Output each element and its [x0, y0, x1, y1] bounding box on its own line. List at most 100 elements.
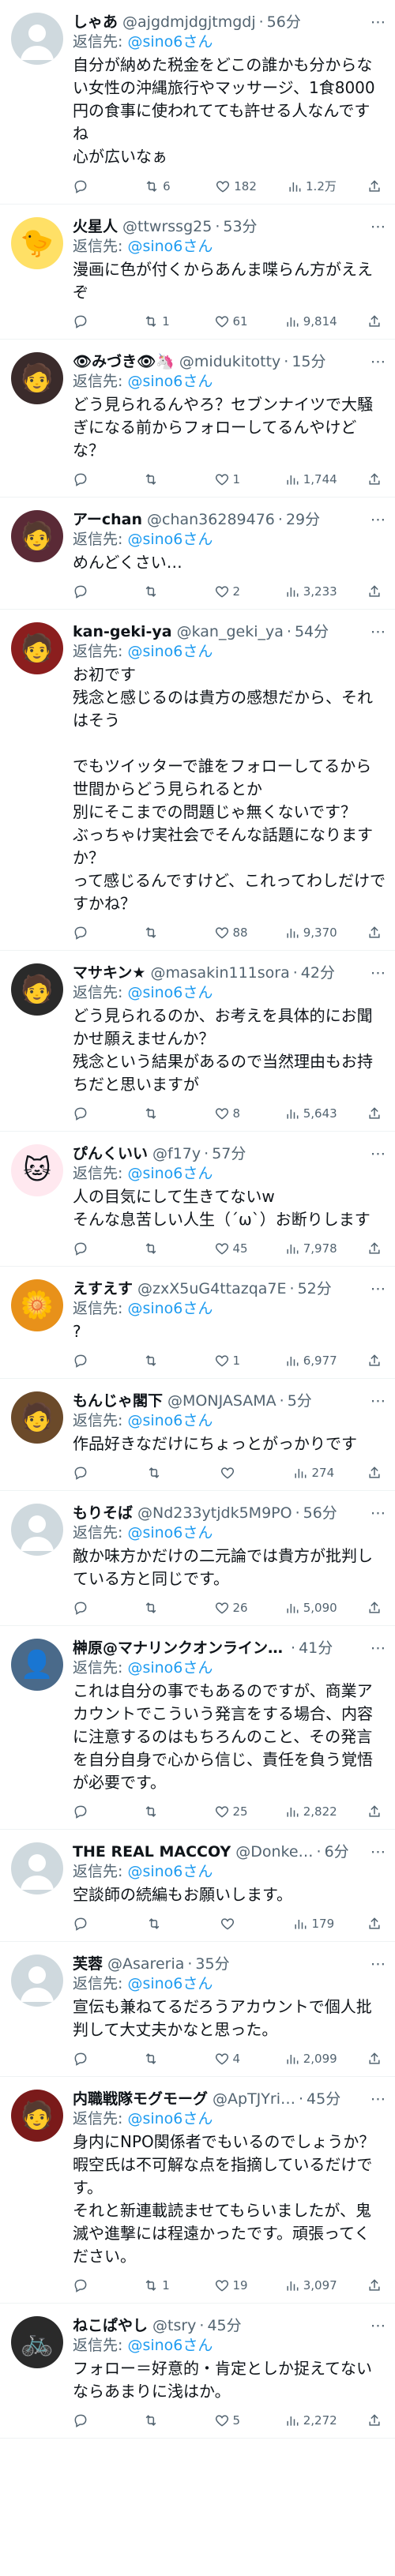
like-button[interactable]: 61: [214, 314, 255, 329]
display-name[interactable]: ぴんくいい: [73, 1144, 148, 1163]
timestamp[interactable]: 42分: [301, 963, 335, 982]
display-name[interactable]: もんじゃ閣下: [73, 1391, 163, 1410]
like-button[interactable]: 45: [214, 1241, 255, 1256]
more-options-icon[interactable]: ⋯: [364, 217, 386, 236]
reply-tweet[interactable]: しゃあ @ajgdmjdgjtmgdj · 56分 ⋯ 返信先: @sino6さ…: [0, 0, 395, 205]
more-options-icon[interactable]: ⋯: [364, 1279, 386, 1298]
avatar[interactable]: 🧑: [11, 622, 63, 674]
more-options-icon[interactable]: ⋯: [364, 1842, 386, 1861]
user-handle[interactable]: @masakin111sora: [150, 963, 289, 982]
user-handle[interactable]: @Nd233ytjdk5M9PO: [137, 1504, 292, 1523]
reply-tweet[interactable]: 芙蓉 @Asareria · 35分 ⋯ 返信先: @sino6さん 宣伝も兼ね…: [0, 1942, 395, 2077]
user-handle[interactable]: @zxX5uG4ttazqa7E: [137, 1279, 287, 1298]
reply-tweet[interactable]: THE REAL MACCOY @Donke… · 6分 ⋯ 返信先: @sin…: [0, 1830, 395, 1942]
mention-link[interactable]: @sino6さん: [127, 1659, 213, 1677]
mention-link[interactable]: @sino6さん: [127, 1863, 213, 1880]
avatar[interactable]: [11, 13, 63, 65]
retweet-button[interactable]: [143, 2051, 184, 2067]
more-options-icon[interactable]: ⋯: [364, 510, 386, 529]
reply-tweet[interactable]: 🚲 ねこぱやし @tsry · 45分 ⋯ 返信先: @sino6さん フォロー…: [0, 2304, 395, 2439]
display-name[interactable]: しゃあ: [73, 13, 118, 32]
like-button[interactable]: 182: [215, 178, 257, 194]
like-button[interactable]: [220, 1465, 261, 1481]
reply-button[interactable]: [73, 471, 114, 487]
share-button[interactable]: [367, 1916, 382, 1932]
share-button[interactable]: [367, 1465, 382, 1481]
display-name[interactable]: ねこぱやし: [73, 2316, 148, 2335]
timestamp[interactable]: 15分: [292, 352, 325, 371]
retweet-button[interactable]: [143, 1353, 184, 1369]
display-name[interactable]: 榊原@マナリンクオンライン…: [73, 1639, 283, 1658]
reply-button[interactable]: [73, 1916, 114, 1932]
timestamp[interactable]: 45分: [307, 2090, 340, 2108]
mention-link[interactable]: @sino6さん: [127, 238, 213, 255]
views-button[interactable]: 3,097: [284, 2277, 337, 2293]
retweet-button[interactable]: [143, 584, 184, 599]
like-button[interactable]: 8: [214, 1106, 255, 1121]
views-button[interactable]: 7,978: [284, 1241, 337, 1256]
retweet-button[interactable]: [143, 1241, 184, 1256]
reply-tweet[interactable]: 🧑 👁みづき👁🦄 @midukitotty · 15分 ⋯ 返信先: @sino…: [0, 340, 395, 498]
retweet-button[interactable]: [146, 1465, 187, 1481]
display-name[interactable]: kan-geki-ya: [73, 622, 172, 641]
avatar[interactable]: 🚲: [11, 2316, 63, 2368]
views-button[interactable]: 274: [292, 1465, 334, 1481]
timestamp[interactable]: 57分: [212, 1144, 246, 1163]
retweet-button[interactable]: [143, 1600, 184, 1616]
retweet-button[interactable]: [143, 1106, 184, 1121]
retweet-button[interactable]: 6: [144, 178, 185, 194]
user-handle[interactable]: @Asareria: [107, 1955, 184, 1973]
share-button[interactable]: [367, 1106, 382, 1121]
more-options-icon[interactable]: ⋯: [364, 1955, 386, 1973]
reply-tweet[interactable]: もりそば @Nd233ytjdk5M9PO · 56分 ⋯ 返信先: @sino…: [0, 1491, 395, 1626]
timestamp[interactable]: 45分: [207, 2316, 241, 2335]
like-button[interactable]: 25: [214, 1804, 255, 1819]
avatar[interactable]: 🧑: [11, 352, 63, 404]
more-options-icon[interactable]: ⋯: [364, 622, 386, 641]
timestamp[interactable]: 53分: [223, 217, 257, 236]
more-options-icon[interactable]: ⋯: [364, 2090, 386, 2108]
display-name[interactable]: 火星人: [73, 217, 118, 236]
timestamp[interactable]: 29分: [286, 510, 320, 529]
user-handle[interactable]: @ttwrssg25: [122, 217, 212, 236]
views-button[interactable]: 5,643: [284, 1106, 337, 1121]
views-button[interactable]: 1.2万: [287, 178, 337, 194]
retweet-button[interactable]: 1: [143, 314, 184, 329]
share-button[interactable]: [367, 1804, 382, 1819]
mention-link[interactable]: @sino6さん: [127, 33, 213, 51]
views-button[interactable]: 3,233: [284, 584, 337, 599]
avatar[interactable]: 🧑: [11, 510, 63, 562]
avatar[interactable]: [11, 1842, 63, 1894]
share-button[interactable]: [367, 2051, 382, 2067]
reply-button[interactable]: [73, 178, 114, 194]
reply-button[interactable]: [73, 1241, 114, 1256]
retweet-button[interactable]: [143, 471, 184, 487]
reply-button[interactable]: [73, 314, 114, 329]
mention-link[interactable]: @sino6さん: [127, 1165, 213, 1182]
reply-tweet[interactable]: 🧑 kan-geki-ya @kan_geki_ya · 54分 ⋯ 返信先: …: [0, 610, 395, 951]
user-handle[interactable]: @midukitotty: [179, 352, 280, 371]
like-button[interactable]: [220, 1916, 261, 1932]
mention-link[interactable]: @sino6さん: [127, 1300, 213, 1317]
timestamp[interactable]: 56分: [267, 13, 301, 32]
user-handle[interactable]: @chan36289476: [147, 510, 275, 529]
timestamp[interactable]: 41分: [299, 1639, 333, 1658]
display-name[interactable]: もりそば: [73, 1504, 133, 1523]
user-handle[interactable]: @tsry: [152, 2316, 196, 2335]
reply-button[interactable]: [73, 2277, 114, 2293]
share-button[interactable]: [367, 2413, 382, 2428]
views-button[interactable]: 179: [292, 1916, 334, 1932]
mention-link[interactable]: @sino6さん: [127, 531, 213, 548]
user-handle[interactable]: @ajgdmjdgjtmgdj: [122, 13, 256, 32]
retweet-button[interactable]: [143, 925, 184, 941]
timestamp[interactable]: 54分: [295, 622, 329, 641]
share-button[interactable]: [367, 584, 382, 599]
mention-link[interactable]: @sino6さん: [127, 643, 213, 660]
like-button[interactable]: 5: [214, 2413, 255, 2428]
user-handle[interactable]: @kan_geki_ya: [177, 622, 284, 641]
reply-tweet[interactable]: 🐱 ぴんくいい @f17y · 57分 ⋯ 返信先: @sino6さん 人の目気…: [0, 1132, 395, 1267]
reply-button[interactable]: [73, 925, 114, 941]
mention-link[interactable]: @sino6さん: [127, 1524, 213, 1541]
reply-tweet[interactable]: 🧑 内職戦隊モグモーグ @ApTJYri… · 45分 ⋯ 返信先: @sino…: [0, 2077, 395, 2304]
user-handle[interactable]: @ApTJYri…: [213, 2090, 295, 2108]
